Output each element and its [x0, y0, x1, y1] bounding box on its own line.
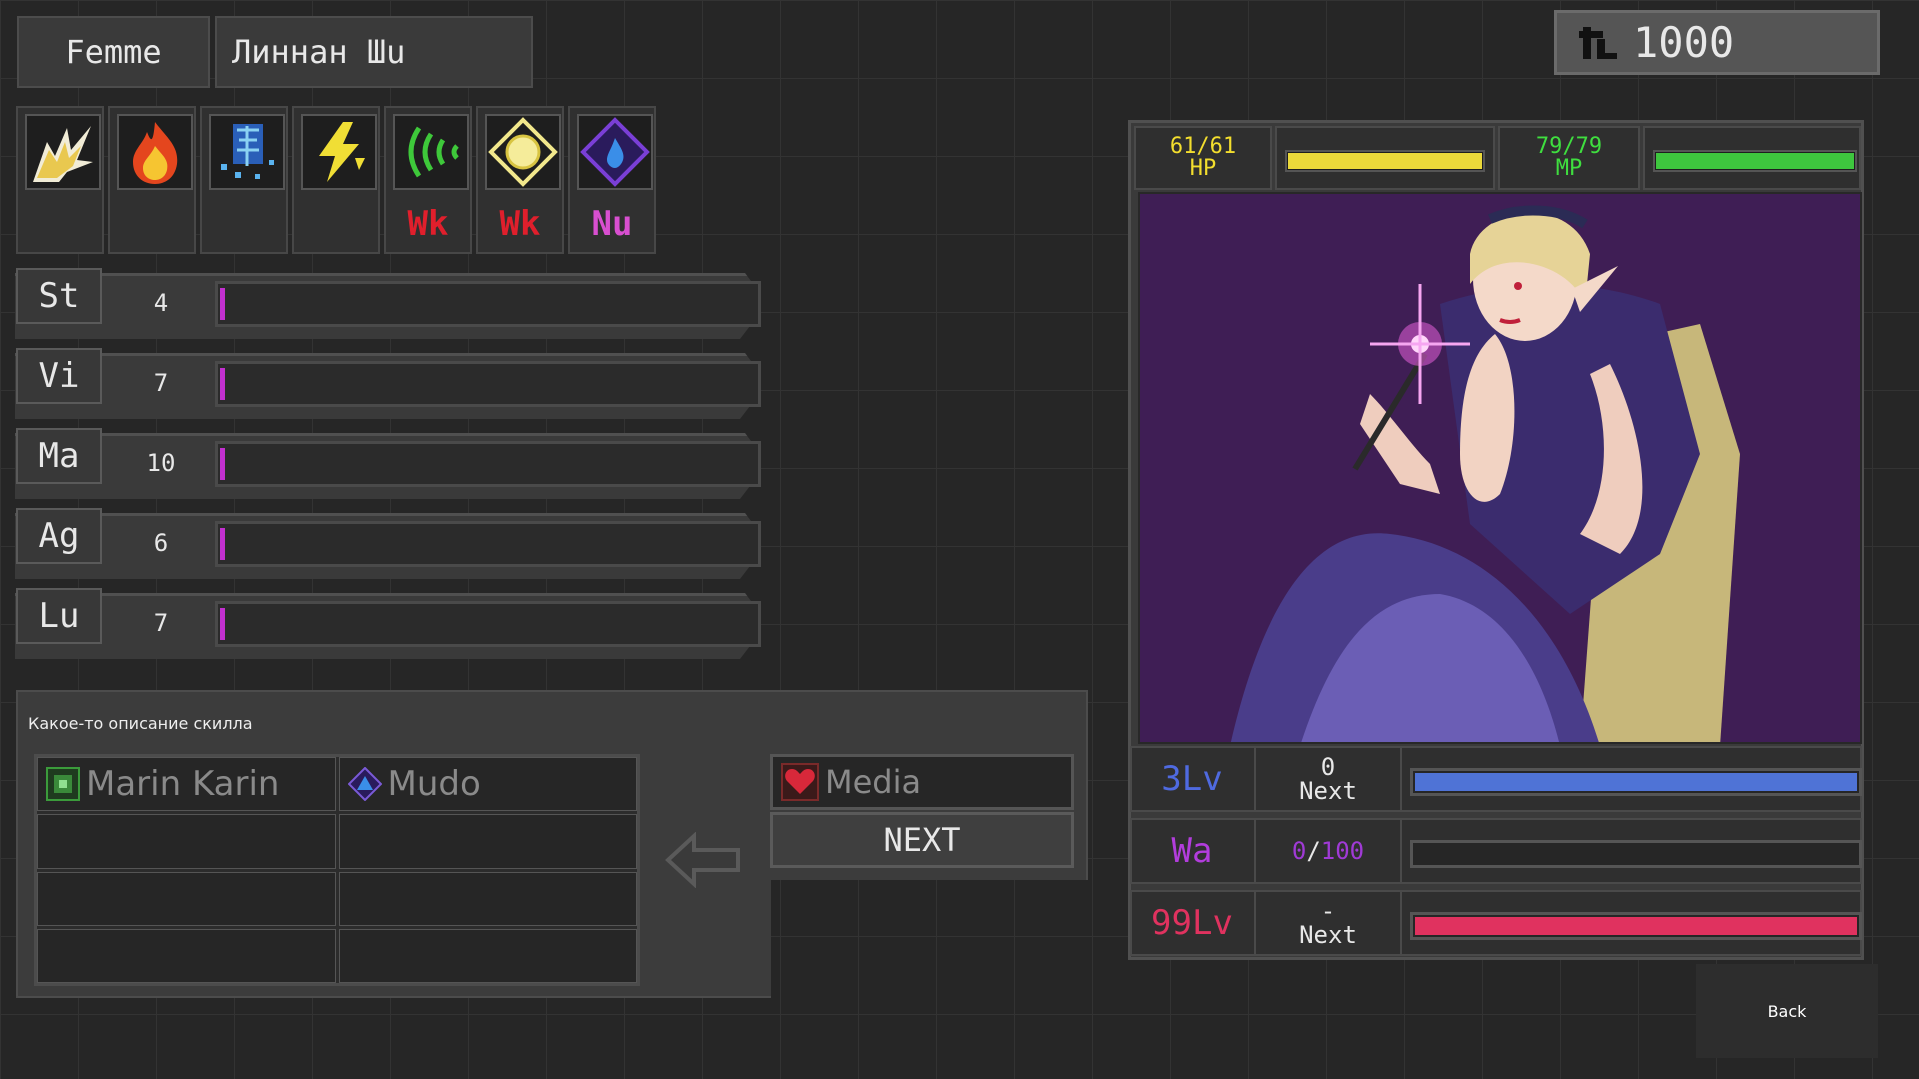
skill-name: Mudo: [387, 764, 481, 805]
stat-label: St: [16, 268, 102, 324]
mp-label: MP: [1555, 156, 1583, 181]
wa-separator: /: [1306, 837, 1321, 865]
stat-value: 7: [153, 609, 169, 637]
skill-list: Marin Karin Mudo: [34, 754, 640, 986]
skill-slot[interactable]: Marin Karin: [37, 757, 336, 812]
wind-icon: [393, 114, 469, 190]
wa-label: Wa: [1171, 831, 1213, 871]
skill-slot[interactable]: Mudo: [338, 757, 637, 812]
stat-row-lu: Lu 7: [15, 588, 775, 660]
new-skill-slot[interactable]: Media: [770, 754, 1074, 810]
stat-value: 4: [153, 289, 169, 317]
stat-label: Vi: [16, 348, 102, 404]
arrow-left-icon: [665, 832, 740, 888]
stat-row-vi: Vi 7: [15, 348, 775, 420]
fire-icon: [117, 114, 193, 190]
hp-readout: 61/61 HP: [1134, 126, 1272, 190]
level-value: 3Lv: [1161, 759, 1223, 799]
dark-skill-icon: [347, 767, 382, 802]
heal-heart-icon: [781, 763, 819, 801]
currency-display: 1000: [1554, 10, 1880, 75]
gender-label: Femme: [17, 16, 210, 88]
light-icon: [485, 114, 561, 190]
max-level-bar: [1410, 912, 1862, 940]
affinity-resist: Nu: [591, 204, 633, 244]
demon-portrait: [1138, 192, 1862, 744]
stat-row-ma: Ma 10: [15, 428, 775, 500]
affinity-ice: [200, 106, 288, 254]
physical-icon: [25, 114, 101, 190]
stat-value: 10: [146, 449, 176, 477]
affinity-resist: Wk: [499, 204, 541, 244]
hp-bar: [1275, 126, 1495, 190]
affinity-dark: Nu: [568, 106, 656, 254]
skill-slot[interactable]: [338, 928, 637, 983]
hp-label: HP: [1189, 156, 1217, 181]
stat-bar: [215, 521, 761, 567]
max-level-row: 99Lv - Next: [1130, 890, 1862, 956]
exp-bar: [1410, 768, 1862, 796]
affinity-physical: [16, 106, 104, 254]
wa-current: 0: [1291, 837, 1307, 865]
skill-name: Marin Karin: [86, 764, 280, 805]
stat-value: 7: [153, 369, 169, 397]
stat-bar: [215, 281, 761, 327]
next-label: Next: [1299, 777, 1357, 805]
back-button[interactable]: Back: [1696, 964, 1878, 1058]
stat-bar: [215, 601, 761, 647]
wa-row: Wa 0/100: [1130, 818, 1862, 884]
macca-coin-icon: [1579, 26, 1617, 59]
skill-description: Какое-то описание скилла: [28, 714, 253, 733]
stat-value: 6: [153, 529, 169, 557]
affinity-force: Wk: [384, 106, 472, 254]
mp-readout: 79/79 MP: [1498, 126, 1640, 190]
affinity-resist: Wk: [407, 204, 449, 244]
stat-row-st: St 4: [15, 268, 775, 340]
new-skill-name: Media: [825, 763, 922, 801]
skill-slot[interactable]: [338, 871, 637, 926]
ice-icon: [209, 114, 285, 190]
wa-bar: [1410, 840, 1862, 868]
affinity-electric: [292, 106, 380, 254]
stat-bar: [215, 441, 761, 487]
next-label: Next: [1299, 921, 1357, 949]
skill-slot[interactable]: [37, 928, 336, 983]
wa-max: 100: [1320, 837, 1365, 865]
stat-label: Ma: [16, 428, 102, 484]
level-row: 3Lv 0 Next: [1130, 746, 1862, 812]
wa-progress: 0/100: [1254, 820, 1402, 882]
skill-slot[interactable]: [338, 814, 637, 869]
max-level-value: 99Lv: [1151, 903, 1233, 943]
stat-bar: [215, 361, 761, 407]
skill-slot[interactable]: [37, 814, 336, 869]
next-exp-value: -: [1320, 897, 1336, 925]
ailment-icon: [46, 767, 80, 802]
mp-bar: [1643, 126, 1861, 190]
next-exp: 0 Next: [1254, 748, 1402, 810]
affinity-fire: [108, 106, 196, 254]
demon-name: Линнан Шu: [215, 16, 533, 88]
currency-amount: 1000: [1633, 18, 1735, 67]
lightning-icon: [301, 114, 377, 190]
stat-label: Lu: [16, 588, 102, 644]
stat-row-ag: Ag 6: [15, 508, 775, 580]
dark-icon: [577, 114, 653, 190]
affinity-light: Wk: [476, 106, 564, 254]
skill-slot[interactable]: [37, 871, 336, 926]
stat-label: Ag: [16, 508, 102, 564]
next-exp-value: 0: [1320, 753, 1336, 781]
next-exp: - Next: [1254, 892, 1402, 954]
next-button[interactable]: NEXT: [770, 812, 1074, 868]
